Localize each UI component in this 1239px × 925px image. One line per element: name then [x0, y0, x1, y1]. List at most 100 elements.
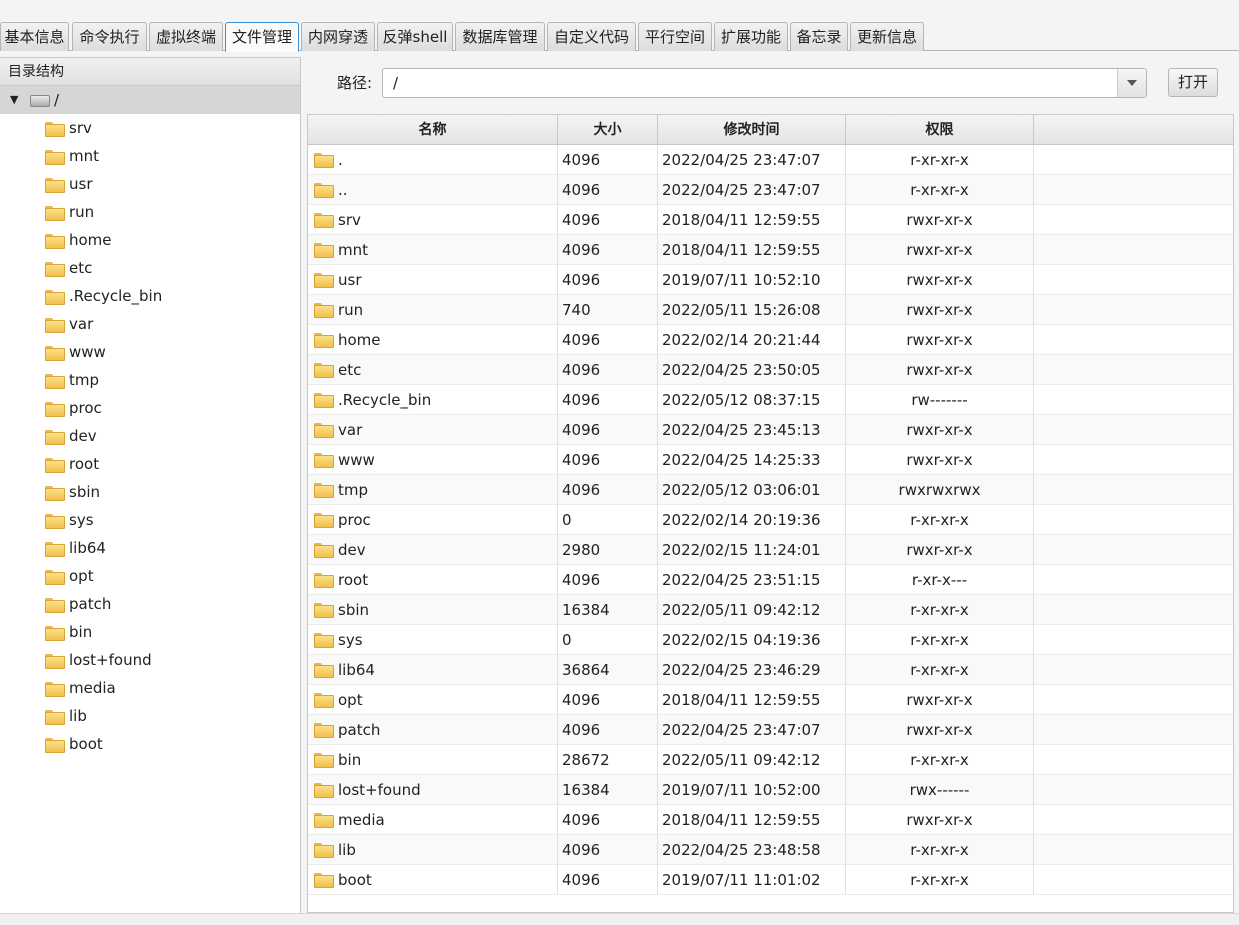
tree-item[interactable]: boot	[0, 730, 300, 758]
name-cell[interactable]: usr	[308, 265, 558, 295]
name-cell[interactable]: ..	[308, 175, 558, 205]
name-cell[interactable]: var	[308, 415, 558, 445]
table-row[interactable]: run 740 2022/05/11 15:26:08 rwxr-xr-x	[308, 295, 1233, 325]
table-row[interactable]: etc 4096 2022/04/25 23:50:05 rwxr-xr-x	[308, 355, 1233, 385]
name-cell[interactable]: .Recycle_bin	[308, 385, 558, 415]
modified-cell: 2022/04/25 23:45:13	[658, 415, 846, 445]
table-row[interactable]: home 4096 2022/02/14 20:21:44 rwxr-xr-x	[308, 325, 1233, 355]
tree-item[interactable]: media	[0, 674, 300, 702]
tree-item[interactable]: tmp	[0, 366, 300, 394]
expand-arrow-icon[interactable]: ▼	[10, 86, 18, 114]
tab-command-exec[interactable]: 命令执行	[72, 22, 147, 51]
file-name: sbin	[338, 601, 370, 619]
table-row[interactable]: .. 4096 2022/04/25 23:47:07 r-xr-xr-x	[308, 175, 1233, 205]
tab-database-manager[interactable]: 数据库管理	[455, 22, 545, 51]
tree-item[interactable]: run	[0, 198, 300, 226]
tab-memo[interactable]: 备忘录	[790, 22, 848, 51]
name-cell[interactable]: .	[308, 145, 558, 175]
name-cell[interactable]: lost+found	[308, 775, 558, 805]
tree-item-label: sbin	[69, 483, 101, 501]
table-row[interactable]: var 4096 2022/04/25 23:45:13 rwxr-xr-x	[308, 415, 1233, 445]
tree-item[interactable]: www	[0, 338, 300, 366]
tree-item[interactable]: lib64	[0, 534, 300, 562]
tree-root-node[interactable]: ▼ /	[0, 86, 300, 114]
tree-item[interactable]: patch	[0, 590, 300, 618]
tree-item[interactable]: var	[0, 310, 300, 338]
table-row[interactable]: .Recycle_bin 4096 2022/05/12 08:37:15 rw---…	[308, 385, 1233, 415]
tree-item[interactable]: sbin	[0, 478, 300, 506]
tab-custom-code[interactable]: 自定义代码	[547, 22, 636, 51]
table-row[interactable]: opt 4096 2018/04/11 12:59:55 rwxr-xr-x	[308, 685, 1233, 715]
column-header-size[interactable]: 大小	[558, 115, 658, 145]
tab-file-manager[interactable]: 文件管理	[225, 22, 299, 52]
table-row[interactable]: boot 4096 2019/07/11 11:01:02 r-xr-xr-x	[308, 865, 1233, 895]
path-input[interactable]: /	[382, 68, 1147, 98]
name-cell[interactable]: srv	[308, 205, 558, 235]
table-row[interactable]: usr 4096 2019/07/11 10:52:10 rwxr-xr-x	[308, 265, 1233, 295]
tree-item[interactable]: mnt	[0, 142, 300, 170]
tab-extensions[interactable]: 扩展功能	[714, 22, 788, 51]
table-row[interactable]: lib64 36864 2022/04/25 23:46:29 r-xr-xr-x	[308, 655, 1233, 685]
table-row[interactable]: sbin 16384 2022/05/11 09:42:12 r-xr-xr-x	[308, 595, 1233, 625]
name-cell[interactable]: home	[308, 325, 558, 355]
table-row[interactable]: lost+found 16384 2019/07/11 10:52:00 rwx---…	[308, 775, 1233, 805]
table-row[interactable]: patch 4096 2022/04/25 23:47:07 rwxr-xr-x	[308, 715, 1233, 745]
table-row[interactable]: dev 2980 2022/02/15 11:24:01 rwxr-xr-x	[308, 535, 1233, 565]
tree-item[interactable]: .Recycle_bin	[0, 282, 300, 310]
name-cell[interactable]: sbin	[308, 595, 558, 625]
name-cell[interactable]: etc	[308, 355, 558, 385]
tab-update-info[interactable]: 更新信息	[850, 22, 924, 51]
tree-item[interactable]: etc	[0, 254, 300, 282]
tree-item[interactable]: lost+found	[0, 646, 300, 674]
table-row[interactable]: . 4096 2022/04/25 23:47:07 r-xr-xr-x	[308, 145, 1233, 175]
column-header-modified[interactable]: 修改时间	[658, 115, 846, 145]
tab-basic-info[interactable]: 基本信息	[0, 22, 69, 51]
column-header-name[interactable]: 名称	[308, 115, 558, 145]
name-cell[interactable]: opt	[308, 685, 558, 715]
tree-item[interactable]: proc	[0, 394, 300, 422]
tree-item[interactable]: lib	[0, 702, 300, 730]
name-cell[interactable]: dev	[308, 535, 558, 565]
table-row[interactable]: srv 4096 2018/04/11 12:59:55 rwxr-xr-x	[308, 205, 1233, 235]
tab-reverse-shell[interactable]: 反弹shell	[377, 22, 453, 51]
tree-item[interactable]: sys	[0, 506, 300, 534]
name-cell[interactable]: mnt	[308, 235, 558, 265]
folder-icon	[45, 206, 65, 221]
tree-item[interactable]: usr	[0, 170, 300, 198]
tab-intranet-tunnel[interactable]: 内网穿透	[301, 22, 375, 51]
tree-item[interactable]: root	[0, 450, 300, 478]
tree-item[interactable]: bin	[0, 618, 300, 646]
table-row[interactable]: lib 4096 2022/04/25 23:48:58 r-xr-xr-x	[308, 835, 1233, 865]
name-cell[interactable]: media	[308, 805, 558, 835]
table-row[interactable]: bin 28672 2022/05/11 09:42:12 r-xr-xr-x	[308, 745, 1233, 775]
name-cell[interactable]: boot	[308, 865, 558, 895]
tree-item[interactable]: home	[0, 226, 300, 254]
path-dropdown-button[interactable]	[1117, 69, 1146, 97]
table-row[interactable]: tmp 4096 2022/05/12 03:06:01 rwxrwxrwx	[308, 475, 1233, 505]
table-row[interactable]: root 4096 2022/04/25 23:51:15 r-xr-x---	[308, 565, 1233, 595]
tree-item[interactable]: opt	[0, 562, 300, 590]
table-row[interactable]: media 4096 2018/04/11 12:59:55 rwxr-xr-x	[308, 805, 1233, 835]
name-cell[interactable]: sys	[308, 625, 558, 655]
name-cell[interactable]: lib64	[308, 655, 558, 685]
table-row[interactable]: proc 0 2022/02/14 20:19:36 r-xr-xr-x	[308, 505, 1233, 535]
tab-virtual-terminal[interactable]: 虚拟终端	[149, 22, 223, 51]
name-cell[interactable]: run	[308, 295, 558, 325]
name-cell[interactable]: proc	[308, 505, 558, 535]
name-cell[interactable]: lib	[308, 835, 558, 865]
name-cell[interactable]: root	[308, 565, 558, 595]
tab-parallel-space[interactable]: 平行空间	[638, 22, 712, 51]
open-button[interactable]: 打开	[1168, 68, 1218, 97]
name-cell[interactable]: bin	[308, 745, 558, 775]
tree-item-label: dev	[69, 427, 97, 445]
table-row[interactable]: mnt 4096 2018/04/11 12:59:55 rwxr-xr-x	[308, 235, 1233, 265]
tree-item[interactable]: srv	[0, 114, 300, 142]
tree-item[interactable]: dev	[0, 422, 300, 450]
table-row[interactable]: www 4096 2022/04/25 14:25:33 rwxr-xr-x	[308, 445, 1233, 475]
path-value[interactable]: /	[393, 69, 398, 97]
name-cell[interactable]: www	[308, 445, 558, 475]
name-cell[interactable]: tmp	[308, 475, 558, 505]
column-header-permissions[interactable]: 权限	[846, 115, 1034, 145]
name-cell[interactable]: patch	[308, 715, 558, 745]
table-row[interactable]: sys 0 2022/02/15 04:19:36 r-xr-xr-x	[308, 625, 1233, 655]
